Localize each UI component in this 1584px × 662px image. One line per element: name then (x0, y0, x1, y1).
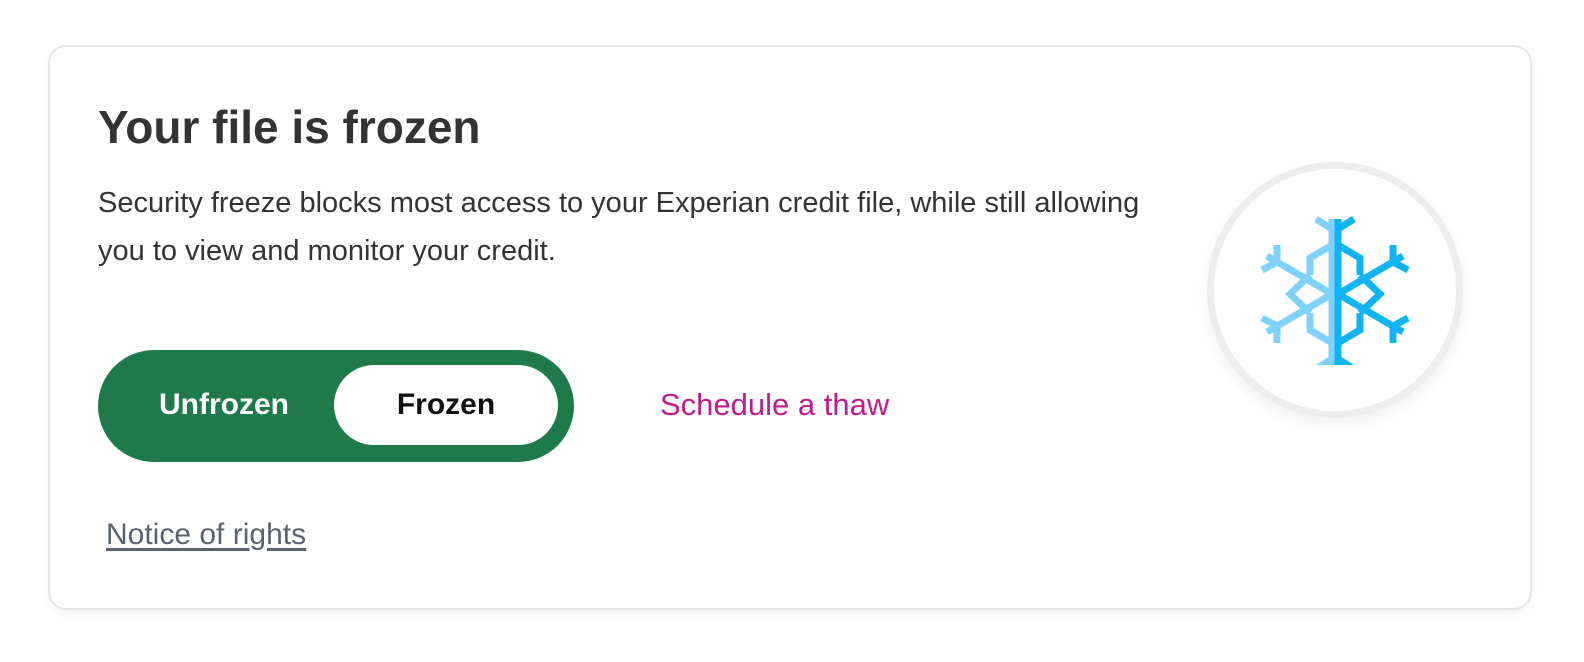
notice-of-rights-link[interactable]: Notice of rights (106, 515, 306, 555)
snowflake-icon (1260, 216, 1410, 365)
card-title: Your file is frozen (98, 101, 481, 153)
toggle-option-frozen[interactable]: Frozen (334, 365, 558, 445)
toggle-option-unfrozen[interactable]: Unfrozen (114, 365, 334, 445)
freeze-status-card: Your file is frozen Security freeze bloc… (48, 45, 1532, 610)
freeze-status-badge (1207, 162, 1463, 418)
card-description: Security freeze blocks most access to yo… (98, 187, 1140, 267)
freeze-toggle[interactable]: Unfrozen Frozen (98, 350, 574, 462)
schedule-thaw-link[interactable]: Schedule a thaw (660, 385, 889, 425)
